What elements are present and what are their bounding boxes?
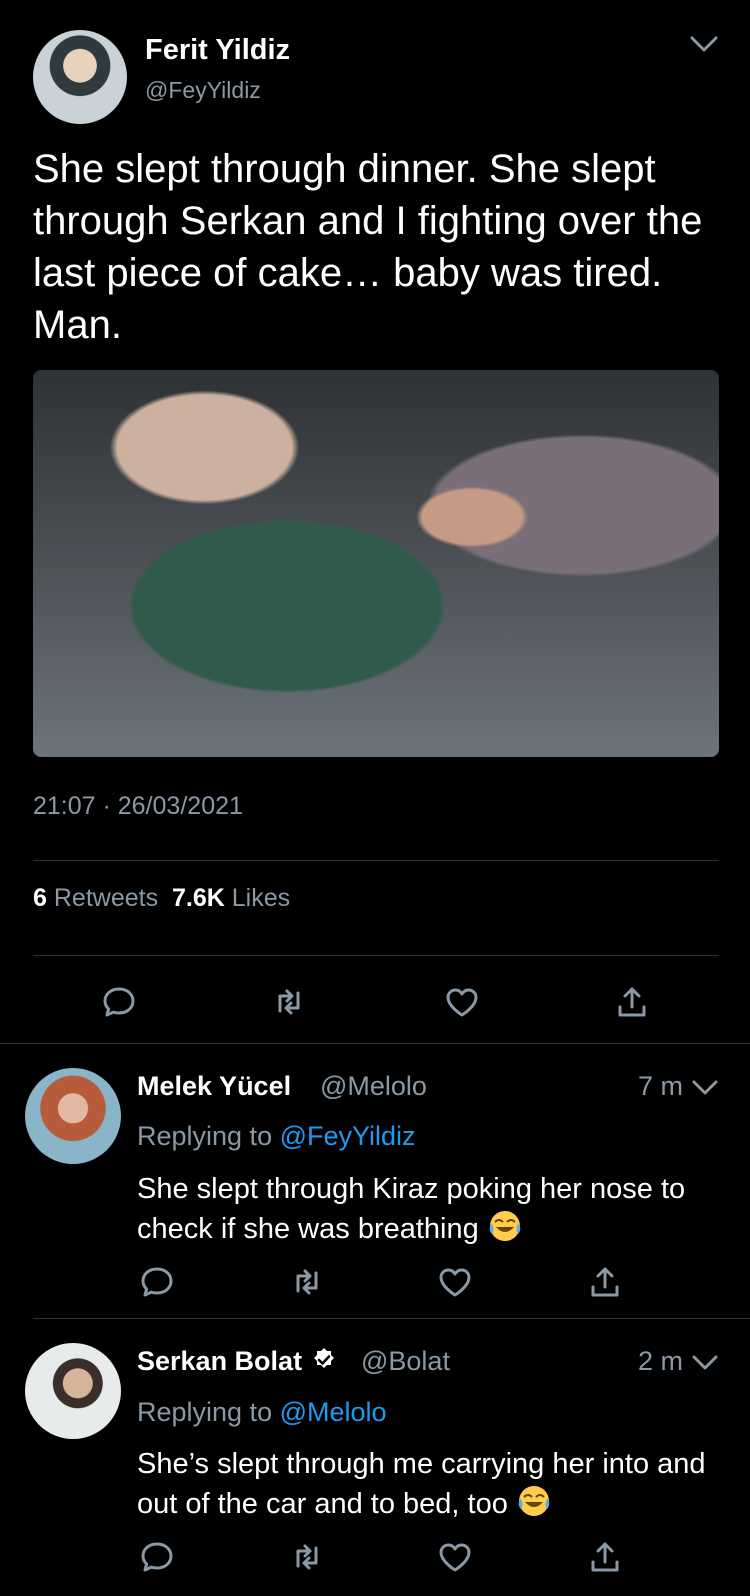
- share-button[interactable]: [610, 980, 654, 1024]
- replying-to: Replying to @Melolo: [137, 1397, 387, 1428]
- replying-prefix: Replying to: [137, 1121, 273, 1151]
- tweet-timestamp[interactable]: 21:07 · 26/03/2021: [33, 792, 243, 821]
- reply-icon: [103, 987, 135, 1017]
- share-button[interactable]: [583, 1535, 627, 1579]
- share-icon: [591, 1542, 619, 1572]
- replying-to: Replying to @FeyYildiz: [137, 1121, 416, 1152]
- share-button[interactable]: [583, 1260, 627, 1304]
- reply-time: 7 m: [638, 1071, 684, 1101]
- replying-prefix: Replying to: [137, 1397, 273, 1427]
- retweet-icon: [278, 989, 300, 1015]
- retweets-label: Retweets: [53, 884, 159, 912]
- reply-author-handle[interactable]: @Bolat: [361, 1346, 450, 1377]
- reply-button[interactable]: [97, 980, 141, 1024]
- reply-time: 2 m: [638, 1346, 684, 1376]
- retweets-count: 6: [33, 884, 47, 912]
- retweet-icon: [296, 1544, 318, 1570]
- likes-stat[interactable]: 7.6K Likes: [172, 884, 290, 912]
- reply-text: She slept through Kiraz poking her nose …: [137, 1170, 737, 1248]
- chevron-down-icon[interactable]: [690, 1351, 720, 1375]
- like-button[interactable]: [433, 1260, 477, 1304]
- reply-icon: [141, 1542, 173, 1572]
- tweet-photo[interactable]: [33, 370, 719, 757]
- replying-to-link[interactable]: @FeyYildiz: [280, 1121, 416, 1151]
- author-avatar[interactable]: [33, 30, 127, 124]
- author-handle[interactable]: @FeyYildiz: [145, 77, 261, 104]
- reply-author-name[interactable]: Serkan Bolat: [137, 1346, 338, 1377]
- retweet-button[interactable]: [285, 1260, 329, 1304]
- author-name[interactable]: Ferit Yildiz: [145, 34, 290, 67]
- reply-avatar[interactable]: [25, 1343, 121, 1439]
- divider: [33, 860, 719, 861]
- tweet-text: She slept through dinner. She slept thro…: [33, 147, 703, 347]
- divider: [0, 1043, 750, 1044]
- chevron-down-icon[interactable]: [690, 1076, 720, 1100]
- reply-text-body: She’s slept through me carrying her into…: [137, 1448, 706, 1520]
- reply-text: She’s slept through me carrying her into…: [137, 1445, 737, 1523]
- likes-label: Likes: [231, 884, 291, 912]
- divider: [33, 1318, 750, 1319]
- like-button[interactable]: [440, 980, 484, 1024]
- heart-icon: [439, 1543, 471, 1572]
- retweet-button[interactable]: [285, 1535, 329, 1579]
- retweets-stat[interactable]: 6 Retweets: [33, 884, 158, 912]
- replying-to-link[interactable]: @Melolo: [280, 1397, 387, 1427]
- reply-author-name-text: Serkan Bolat: [137, 1346, 303, 1376]
- tears-of-joy-emoji: [518, 1486, 550, 1516]
- reply-text-body: She slept through Kiraz poking her nose …: [137, 1173, 686, 1245]
- reply-button[interactable]: [135, 1535, 179, 1579]
- divider: [33, 955, 719, 956]
- reply-author-name[interactable]: Melek Yücel: [137, 1071, 291, 1102]
- reply-button[interactable]: [135, 1260, 179, 1304]
- heart-icon: [439, 1268, 471, 1297]
- engagement-stats: 6 Retweets 7.6K Likes: [33, 884, 290, 913]
- retweet-button[interactable]: [267, 980, 311, 1024]
- retweet-icon: [296, 1269, 318, 1295]
- reply-icon: [141, 1267, 173, 1297]
- tears-of-joy-emoji: [489, 1211, 521, 1241]
- verified-badge-icon: [314, 1348, 335, 1368]
- heart-icon: [446, 988, 478, 1017]
- like-button[interactable]: [433, 1535, 477, 1579]
- chevron-down-icon[interactable]: [686, 30, 722, 58]
- reply-author-handle[interactable]: @Melolo: [320, 1071, 427, 1102]
- share-icon: [591, 1267, 619, 1297]
- likes-count: 7.6K: [171, 884, 225, 912]
- reply-avatar[interactable]: [25, 1068, 121, 1164]
- share-icon: [618, 987, 646, 1017]
